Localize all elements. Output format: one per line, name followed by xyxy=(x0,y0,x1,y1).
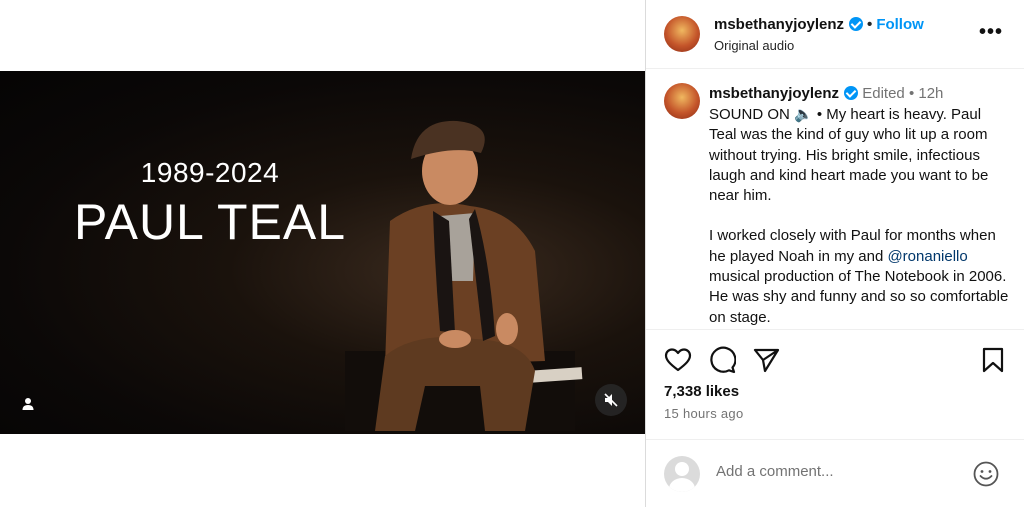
edited-label: Edited xyxy=(862,85,905,102)
caption-area: msbethanyjoylenz Edited • 12h SOUND ON 🔈… xyxy=(646,69,1024,329)
caption-author-avatar[interactable] xyxy=(664,83,700,119)
author-avatar[interactable] xyxy=(664,16,700,52)
post-header: msbethanyjoylenz • Follow Original audio •… xyxy=(646,0,1024,69)
video-player[interactable]: 1989-2024 PAUL TEAL xyxy=(0,71,645,434)
author-username[interactable]: msbethanyjoylenz xyxy=(714,16,844,33)
verified-badge-icon xyxy=(849,17,864,31)
caption-age: 12h xyxy=(918,85,944,102)
comment-input[interactable] xyxy=(714,462,948,481)
caption-username[interactable]: msbethanyjoylenz xyxy=(709,85,839,102)
caption-paragraph-1: SOUND ON 🔈 • My heart is heavy. Paul Tea… xyxy=(709,106,989,205)
mute-toggle-button[interactable] xyxy=(595,384,627,416)
comment-box xyxy=(646,439,1024,508)
bookmark-icon[interactable] xyxy=(979,346,1007,374)
caption-p2-end: musical production of The Notebook in 20… xyxy=(709,268,1009,326)
mention-link[interactable]: @ronaniello xyxy=(887,248,967,265)
likes-count[interactable]: 7,338 likes xyxy=(664,383,739,400)
caption-header: msbethanyjoylenz Edited • 12h xyxy=(709,85,943,102)
header-username-row: msbethanyjoylenz • Follow xyxy=(714,16,924,33)
caption-separator: • xyxy=(908,85,915,102)
speaker-muted-icon xyxy=(604,393,618,407)
media-column: 1989-2024 PAUL TEAL xyxy=(0,0,645,507)
post-side-panel: msbethanyjoylenz • Follow Original audio •… xyxy=(645,0,1024,507)
caption-text: SOUND ON 🔈 • My heart is heavy. Paul Tea… xyxy=(709,105,1009,329)
paper-plane-icon[interactable] xyxy=(752,346,780,374)
smiley-icon[interactable] xyxy=(973,461,999,487)
more-options-icon[interactable]: ••• xyxy=(979,22,1003,42)
separator-dot: • xyxy=(867,16,873,33)
performer-figure xyxy=(345,120,583,431)
follow-button[interactable]: Follow xyxy=(876,16,924,33)
verified-badge-icon xyxy=(844,86,859,100)
action-icon-row xyxy=(664,346,1007,376)
tagged-users-button[interactable] xyxy=(16,392,40,416)
post-timestamp: 15 hours ago xyxy=(664,406,744,421)
post-actions: 7,338 likes 15 hours ago xyxy=(646,329,1024,440)
person-icon xyxy=(22,398,34,410)
audio-label[interactable]: Original audio xyxy=(714,38,794,53)
comment-bubble-icon[interactable] xyxy=(708,346,736,374)
caption-paragraph-2: I worked closely with Paul for months wh… xyxy=(709,226,1009,327)
heart-icon[interactable] xyxy=(664,346,692,374)
current-user-avatar xyxy=(664,456,700,492)
